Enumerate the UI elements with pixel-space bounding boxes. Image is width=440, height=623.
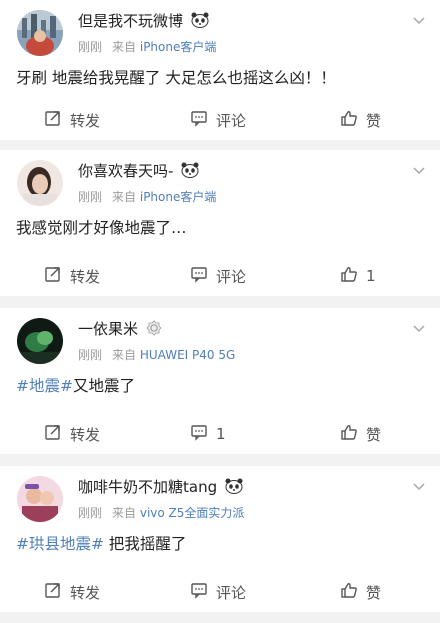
- username-text[interactable]: 但是我不玩微博: [78, 12, 183, 30]
- repost-button[interactable]: 转发: [44, 264, 100, 288]
- comment-icon: [190, 109, 208, 131]
- post-text: #地震#又地震了: [16, 374, 424, 396]
- comment-label: 评论: [216, 267, 247, 286]
- post-time: 刚刚: [78, 40, 103, 54]
- post-card: 你喜欢春天吗- 刚刚 来自 iPhone客户端 我感觉刚才好像地震了… 转发 评…: [0, 150, 440, 296]
- like-icon: [340, 109, 358, 131]
- comment-icon: [190, 423, 208, 445]
- hashtag-link[interactable]: #珙县地震#: [16, 535, 104, 553]
- post-time: 刚刚: [78, 348, 103, 362]
- repost-icon: [44, 581, 62, 603]
- repost-label: 转发: [70, 267, 101, 286]
- repost-label: 转发: [70, 425, 101, 444]
- post-text-body: 又地震了: [72, 377, 135, 395]
- comment-label: 评论: [216, 111, 247, 130]
- like-button[interactable]: 赞: [340, 108, 381, 132]
- post-card: 咖啡牛奶不加糖tang 刚刚 来自 vivo Z5全面实力派 #珙县地震# 把我…: [0, 466, 440, 612]
- like-icon: [340, 581, 358, 603]
- comment-icon: [190, 265, 208, 287]
- source-prefix: 来自: [112, 348, 137, 362]
- avatar[interactable]: [17, 476, 63, 522]
- post-card: 一依果米 刚刚 来自 HUAWEI P40 5G #地震#又地震了 转发 1 赞: [0, 308, 440, 454]
- repost-button[interactable]: 转发: [44, 108, 100, 132]
- post-text: 牙刷 地震给我晃醒了 大足怎么也摇这么凶！！: [16, 69, 336, 87]
- comment-button[interactable]: 评论: [190, 264, 246, 288]
- post-actions: 转发 评论 赞: [0, 572, 440, 612]
- post-text: #珙县地震# 把我摇醒了: [16, 532, 424, 554]
- like-button[interactable]: 赞: [340, 422, 381, 446]
- panda-icon: [181, 162, 199, 182]
- source-device[interactable]: iPhone客户端: [140, 40, 217, 54]
- repost-button[interactable]: 转发: [44, 580, 100, 604]
- post-actions: 转发 评论 赞: [0, 100, 440, 140]
- username[interactable]: 但是我不玩微博: [78, 10, 209, 32]
- like-label: 赞: [366, 425, 382, 444]
- chevron-down-icon[interactable]: [412, 478, 426, 492]
- post-time: 刚刚: [78, 190, 103, 204]
- username[interactable]: 你喜欢春天吗-: [78, 160, 199, 182]
- username[interactable]: 咖啡牛奶不加糖tang: [78, 476, 243, 498]
- hashtag-link[interactable]: #地震#: [16, 377, 73, 395]
- post-actions: 转发 1 赞: [0, 414, 440, 454]
- like-label: 1: [366, 267, 376, 285]
- post-time: 刚刚: [78, 506, 103, 520]
- avatar[interactable]: [17, 10, 63, 56]
- chevron-down-icon[interactable]: [412, 12, 426, 26]
- like-label: 赞: [366, 111, 382, 130]
- chevron-down-icon[interactable]: [412, 320, 426, 334]
- like-icon: [340, 265, 358, 287]
- repost-icon: [44, 265, 62, 287]
- username-text[interactable]: 一依果米: [78, 320, 138, 338]
- avatar[interactable]: [17, 160, 63, 206]
- post-card: 但是我不玩微博 刚刚 来自 iPhone客户端 牙刷 地震给我晃醒了 大足怎么也…: [0, 0, 440, 140]
- like-icon: [340, 423, 358, 445]
- source-device[interactable]: vivo Z5全面实力派: [140, 506, 245, 520]
- post-text-body: 把我摇醒了: [103, 535, 187, 553]
- panda-icon: [225, 478, 243, 498]
- chevron-down-icon[interactable]: [412, 162, 426, 176]
- post-meta: 刚刚 来自 iPhone客户端: [78, 38, 216, 55]
- repost-icon: [44, 109, 62, 131]
- like-button[interactable]: 1: [340, 264, 376, 288]
- source-prefix: 来自: [112, 190, 137, 204]
- comment-icon: [190, 581, 208, 603]
- repost-label: 转发: [70, 111, 101, 130]
- post-actions: 转发 评论 1: [0, 256, 440, 296]
- vip-badge-icon: [146, 320, 162, 340]
- repost-label: 转发: [70, 583, 101, 602]
- comment-button[interactable]: 评论: [190, 108, 246, 132]
- post-meta: 刚刚 来自 vivo Z5全面实力派: [78, 504, 244, 521]
- post-meta: 刚刚 来自 HUAWEI P40 5G: [78, 346, 235, 363]
- post-text: 我感觉刚才好像地震了…: [16, 219, 187, 237]
- panda-icon: [191, 12, 209, 32]
- comment-button[interactable]: 评论: [190, 580, 246, 604]
- avatar[interactable]: [17, 318, 63, 364]
- repost-icon: [44, 423, 62, 445]
- like-label: 赞: [366, 583, 382, 602]
- source-device[interactable]: HUAWEI P40 5G: [140, 348, 235, 362]
- source-device[interactable]: iPhone客户端: [140, 190, 217, 204]
- username[interactable]: 一依果米: [78, 318, 162, 340]
- weibo-comment-feed: 但是我不玩微博 刚刚 来自 iPhone客户端 牙刷 地震给我晃醒了 大足怎么也…: [0, 0, 440, 623]
- username-text[interactable]: 咖啡牛奶不加糖tang: [78, 478, 217, 496]
- comment-label: 评论: [216, 583, 247, 602]
- source-prefix: 来自: [112, 40, 137, 54]
- comment-button[interactable]: 1: [190, 422, 226, 446]
- post-meta: 刚刚 来自 iPhone客户端: [78, 188, 216, 205]
- comment-label: 1: [216, 425, 226, 443]
- repost-button[interactable]: 转发: [44, 422, 100, 446]
- source-prefix: 来自: [112, 506, 137, 520]
- like-button[interactable]: 赞: [340, 580, 381, 604]
- username-text[interactable]: 你喜欢春天吗-: [78, 162, 173, 180]
